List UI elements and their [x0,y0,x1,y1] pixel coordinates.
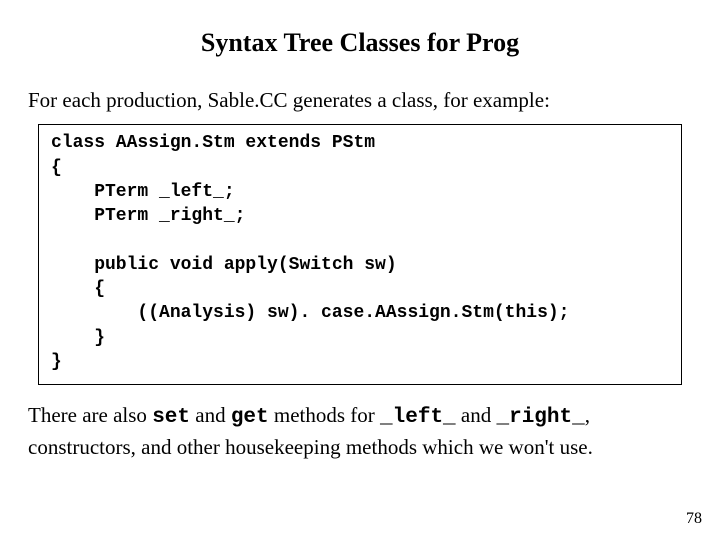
page-number: 78 [686,510,702,528]
code-set: set [152,406,190,429]
page-title: Syntax Tree Classes for Prog [28,28,692,58]
footer-paragraph: There are also set and get methods for _… [28,401,692,461]
code-block: class AAssign.Stm extends PStm { PTerm _… [38,124,682,385]
code-right: _right_ [497,406,585,429]
code-left: _left_ [380,406,456,429]
slide-page: Syntax Tree Classes for Prog For each pr… [0,0,720,461]
intro-paragraph: For each production, Sable.CC generates … [28,86,692,114]
footer-text-4: and [456,403,497,427]
footer-text-3: methods for [269,403,380,427]
code-content: class AAssign.Stm extends PStm { PTerm _… [51,131,669,374]
code-get: get [231,406,269,429]
footer-text-1: There are also [28,403,152,427]
footer-text-2: and [190,403,231,427]
